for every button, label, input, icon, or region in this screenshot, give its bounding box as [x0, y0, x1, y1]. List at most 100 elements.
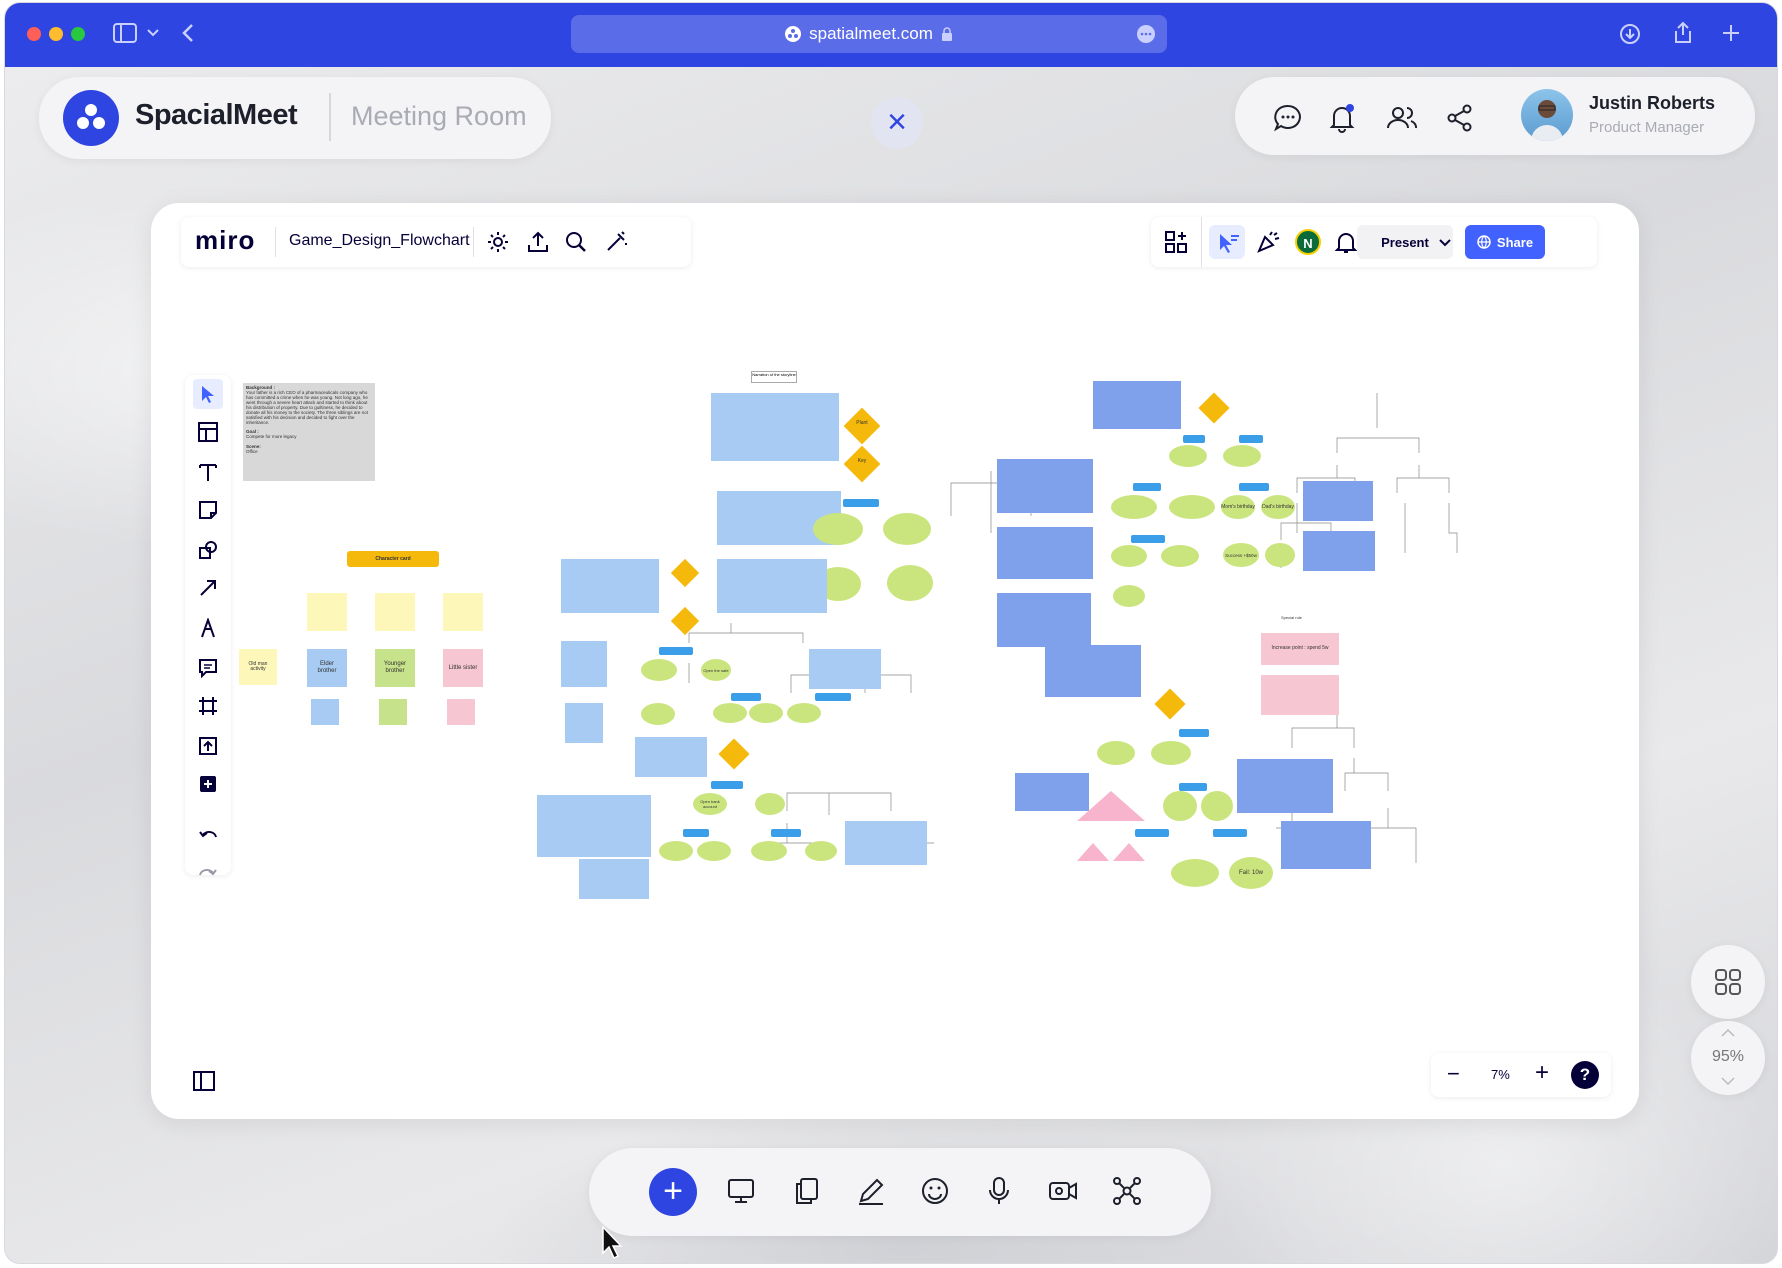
sticky-note[interactable]: [845, 821, 927, 865]
emoji-icon[interactable]: [919, 1175, 951, 1207]
sticky-note[interactable]: [537, 795, 651, 857]
sticky-note[interactable]: [565, 703, 603, 743]
choice-ellipse[interactable]: [749, 703, 783, 723]
choice-ellipse[interactable]: [805, 841, 837, 861]
choice-tag[interactable]: [683, 829, 709, 837]
address-bar[interactable]: spatialmeet.com: [571, 15, 1167, 53]
triangle-shape[interactable]: [1077, 791, 1145, 821]
choice-tag[interactable]: [711, 781, 743, 789]
choice-ellipse[interactable]: [1223, 445, 1261, 467]
sticky-note[interactable]: [561, 559, 659, 613]
sidebar-toggle-icon[interactable]: [113, 23, 137, 43]
special-rule-title[interactable]: Special rule: [1281, 615, 1302, 620]
choice-ellipse[interactable]: [1265, 543, 1295, 567]
choice-ellipse[interactable]: [887, 565, 933, 601]
close-window-button[interactable]: [27, 27, 41, 41]
sticky-note[interactable]: [561, 641, 607, 687]
choice-tag[interactable]: [1135, 829, 1169, 837]
sticky-note[interactable]: [379, 699, 407, 725]
choice-ellipse[interactable]: [1161, 545, 1199, 567]
sticky-note[interactable]: [635, 737, 707, 777]
screen-share-icon[interactable]: [725, 1175, 757, 1207]
sticky-note[interactable]: [1281, 821, 1371, 869]
choice-tag[interactable]: [1179, 729, 1209, 737]
increase-point-note[interactable]: Increase point : spend 5w: [1261, 633, 1339, 665]
sticky-note[interactable]: [1261, 675, 1339, 715]
character-card-label[interactable]: Character card: [347, 551, 439, 567]
success-ellipse[interactable]: Success +$50w: [1223, 543, 1259, 567]
choice-ellipse[interactable]: [697, 841, 731, 861]
choice-ellipse[interactable]: [641, 659, 677, 681]
close-button[interactable]: ×: [871, 97, 923, 149]
sticky-note[interactable]: [443, 593, 483, 631]
zoom-control[interactable]: 95%: [1691, 1021, 1765, 1095]
old-man-note[interactable]: Old man activity: [239, 649, 277, 685]
choice-ellipse[interactable]: [1171, 859, 1219, 887]
choice-ellipse[interactable]: [787, 703, 821, 723]
choice-ellipse[interactable]: [1163, 791, 1197, 821]
narration-note[interactable]: [711, 393, 839, 461]
share-icon[interactable]: [1443, 101, 1477, 135]
choice-tag[interactable]: [659, 647, 693, 655]
choice-ellipse[interactable]: [1201, 791, 1233, 821]
choice-ellipse[interactable]: [659, 841, 693, 861]
choice-ellipse[interactable]: [1169, 495, 1215, 519]
open-safe-ellipse[interactable]: Open the safe: [701, 659, 731, 681]
sticky-note[interactable]: [307, 593, 347, 631]
sticky-note[interactable]: [311, 699, 339, 725]
edit-icon[interactable]: [855, 1175, 887, 1207]
open-bank-account-ellipse[interactable]: Open bank account: [693, 793, 727, 815]
background-note[interactable]: Background : Your father is a rich CEO o…: [243, 383, 375, 481]
dads-birthday-ellipse[interactable]: Dad's birthday: [1261, 495, 1295, 519]
sticky-note[interactable]: [1093, 381, 1181, 429]
sticky-note[interactable]: [447, 699, 475, 725]
microphone-icon[interactable]: [983, 1175, 1015, 1207]
choice-ellipse[interactable]: [1111, 495, 1157, 519]
choice-tag[interactable]: [815, 693, 851, 701]
maximize-window-button[interactable]: [71, 27, 85, 41]
minimize-window-button[interactable]: [49, 27, 63, 41]
sticky-note[interactable]: [1303, 481, 1373, 521]
grid-view-button[interactable]: [1691, 945, 1765, 1019]
choice-ellipse[interactable]: [1151, 741, 1191, 765]
triangle-shape[interactable]: [1077, 843, 1109, 861]
download-icon[interactable]: [1619, 23, 1641, 45]
sticky-note[interactable]: [997, 527, 1093, 579]
sticky-note[interactable]: [717, 559, 827, 613]
choice-tag[interactable]: [731, 693, 761, 701]
chat-icon[interactable]: [1271, 101, 1305, 135]
choice-ellipse[interactable]: [751, 841, 787, 861]
moms-birthday-ellipse[interactable]: Mom's birthday: [1221, 495, 1255, 519]
sticky-note[interactable]: [1045, 645, 1141, 697]
choice-ellipse[interactable]: [1111, 545, 1147, 567]
choice-tag[interactable]: [1239, 435, 1263, 443]
copy-icon[interactable]: [791, 1175, 823, 1207]
camera-icon[interactable]: [1047, 1175, 1079, 1207]
sticky-note[interactable]: [1237, 759, 1333, 813]
choice-tag[interactable]: [771, 829, 801, 837]
sticky-note[interactable]: [997, 593, 1091, 647]
users-icon[interactable]: [1385, 101, 1419, 135]
share-browser-icon[interactable]: [1673, 21, 1693, 45]
triangle-shape[interactable]: [1113, 843, 1145, 861]
miro-board[interactable]: miro Game_Design_Flowchart N Present Sha…: [151, 203, 1639, 1119]
choice-ellipse[interactable]: [755, 793, 785, 815]
sticky-note[interactable]: [375, 593, 415, 631]
choice-tag[interactable]: [1183, 435, 1205, 443]
chevron-down-icon[interactable]: [1721, 1077, 1735, 1085]
add-button[interactable]: +: [649, 1168, 697, 1216]
sticky-note[interactable]: [809, 649, 881, 689]
choice-ellipse[interactable]: [883, 513, 931, 545]
back-icon[interactable]: [181, 23, 195, 43]
choice-tag[interactable]: [1179, 783, 1207, 791]
sticky-note[interactable]: [997, 459, 1093, 513]
more-icon[interactable]: [1137, 25, 1155, 43]
choice-ellipse[interactable]: [641, 703, 675, 725]
choice-tag[interactable]: [1213, 829, 1247, 837]
new-tab-icon[interactable]: [1721, 23, 1741, 43]
choice-ellipse[interactable]: [1097, 741, 1135, 765]
choice-ellipse[interactable]: [713, 703, 747, 723]
choice-ellipse[interactable]: [1113, 585, 1145, 607]
bell-icon[interactable]: [1325, 101, 1359, 135]
narration-title[interactable]: Narration of the storyline: [751, 371, 797, 383]
